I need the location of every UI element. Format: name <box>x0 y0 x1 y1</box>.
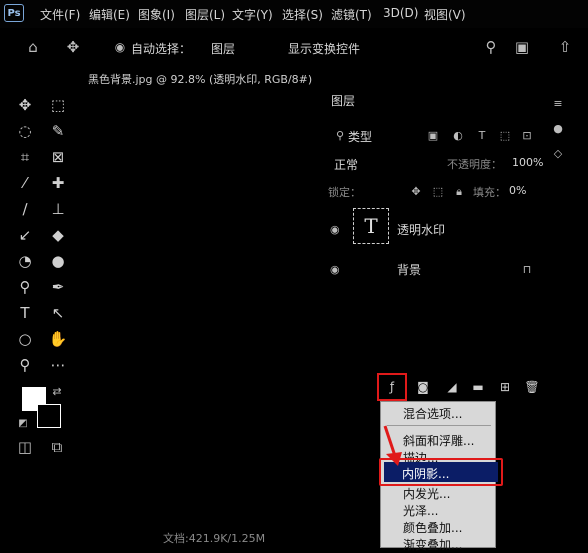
gradient-tool-icon[interactable]: ◔ <box>14 250 36 272</box>
move-tool-icon[interactable]: ✥ <box>64 39 82 55</box>
pen-tool-icon[interactable]: ✒ <box>47 276 69 298</box>
blur-tool-icon[interactable]: ● <box>47 250 69 272</box>
lasso-tool-icon[interactable]: ◌ <box>14 120 36 142</box>
shape-tool-icon[interactable]: ○ <box>14 328 36 350</box>
opacity-label: 不透明度： <box>447 158 502 171</box>
menu-type[interactable]: 文字(Y) <box>232 6 273 23</box>
healing-brush-icon[interactable]: ✚ <box>47 172 69 194</box>
filter-adjustment-icon[interactable]: ◐ <box>451 128 465 144</box>
opacity-value[interactable]: 100% <box>512 156 543 169</box>
dodge-tool-icon[interactable]: ⚲ <box>14 276 36 298</box>
filter-shape-icon[interactable]: ⬚ <box>498 128 512 144</box>
eraser-tool-icon[interactable]: ◆ <box>47 224 69 246</box>
fx-icon[interactable]: ƒ <box>382 379 402 395</box>
layer-name-background[interactable]: 背景 <box>397 261 421 278</box>
type-tool-icon[interactable]: T <box>14 302 36 324</box>
filter-search-icon[interactable]: ⚲ <box>334 128 346 144</box>
layers-panel-title[interactable]: 图层 <box>331 92 355 109</box>
menu-item-satin[interactable]: 光泽... <box>403 502 438 519</box>
blend-mode-dropdown[interactable]: 正常 <box>334 156 358 173</box>
search-icon[interactable]: ⚲ <box>482 39 500 55</box>
delete-layer-icon[interactable]: 🗑︎ <box>522 379 542 395</box>
menu-item-inner-glow[interactable]: 内发光... <box>403 485 450 502</box>
home-icon[interactable]: ⌂ <box>24 39 42 55</box>
crop-tool-icon[interactable]: ⌗ <box>14 146 36 168</box>
eye-icon[interactable]: ◉ <box>330 223 340 236</box>
menu-layer[interactable]: 图层(L) <box>185 6 225 23</box>
layer-filter-kind[interactable]: 类型 <box>348 128 372 145</box>
menu-select[interactable]: 选择(S) <box>282 6 323 23</box>
background-color-swatch[interactable] <box>37 404 61 428</box>
menu-item-gradient-overlay[interactable]: 渐变叠加... <box>403 536 462 553</box>
eyedropper-tool-icon[interactable]: ⁄ <box>14 172 36 194</box>
swap-colors-icon[interactable]: ⇄ <box>50 384 64 400</box>
move-tool-icon[interactable]: ✥ <box>14 94 36 116</box>
quick-select-tool-icon[interactable]: ✎ <box>47 120 69 142</box>
history-brush-icon[interactable]: ↙ <box>14 224 36 246</box>
filter-pixel-icon[interactable]: ▣ <box>426 128 440 144</box>
new-group-icon[interactable]: ▬ <box>468 379 488 395</box>
new-layer-icon[interactable]: ⊞ <box>495 379 515 395</box>
zoom-tool-icon[interactable]: ⚲ <box>14 354 36 376</box>
type-layer-thumbnail: T <box>353 208 389 244</box>
share-icon[interactable]: ⇧ <box>556 39 574 55</box>
menu-image[interactable]: 图象(I) <box>138 6 175 23</box>
screen-mode-icon[interactable]: ⧉ <box>48 439 66 455</box>
frame-tool-icon[interactable]: ⊠ <box>47 146 69 168</box>
adjustments-icon[interactable]: ● <box>551 121 565 137</box>
auto-select-dropdown[interactable]: 图层 <box>211 40 235 57</box>
menu-filter[interactable]: 滤镜(T) <box>331 6 372 23</box>
menu-file[interactable]: 文件(F) <box>40 6 80 23</box>
menu-item-bevel-emboss[interactable]: 斜面和浮雕... <box>403 432 474 449</box>
filter-type-icon[interactable]: T <box>475 128 489 144</box>
stamp-tool-icon[interactable]: ⊥ <box>47 198 69 220</box>
new-adjustment-layer-icon[interactable]: ◢ <box>442 379 462 395</box>
document-status: 文档:421.9K/1.25M <box>163 532 266 545</box>
menu-edit[interactable]: 编辑(E) <box>89 6 130 23</box>
marquee-tool-icon[interactable]: ⬚ <box>47 94 69 116</box>
menu-3d[interactable]: 3D(D) <box>383 6 418 20</box>
hand-tool-icon[interactable]: ✋ <box>47 328 69 350</box>
show-transform-controls[interactable]: 显示变换控件 <box>288 40 360 57</box>
annotation-arrow <box>383 425 402 466</box>
lock-artboard-icon[interactable]: ⬚ <box>431 184 445 200</box>
filter-smart-object-icon[interactable]: ⊡ <box>520 128 534 144</box>
checkbox-icon[interactable]: ◉ <box>112 39 128 55</box>
properties-icon[interactable]: ≡ <box>551 96 565 112</box>
auto-select-label: 自动选择： <box>131 42 192 56</box>
path-select-tool-icon[interactable]: ↖ <box>47 302 69 324</box>
lock-label: 锁定： <box>328 186 361 199</box>
default-colors-icon[interactable]: ◩ <box>16 416 30 432</box>
document-tab[interactable]: 黑色背景.jpg @ 92.8% (透明水印, RGB/8#) <box>88 71 312 87</box>
photoshop-logo: Ps <box>4 4 24 22</box>
more-tools-icon[interactable]: ⋯ <box>47 354 69 376</box>
fill-value[interactable]: 0% <box>509 184 526 197</box>
paths-icon[interactable]: ◇ <box>551 146 565 162</box>
brush-tool-icon[interactable]: ∕ <box>14 198 36 220</box>
menu-bar: Ps 文件(F) 编辑(E) 图象(I) 图层(L) 文字(Y) 选择(S) 滤… <box>0 0 588 28</box>
menu-item-color-overlay[interactable]: 颜色叠加... <box>403 519 462 536</box>
fill-label: 填充： <box>473 186 506 199</box>
quick-mask-icon[interactable]: ◫ <box>16 439 34 455</box>
lock-position-icon[interactable]: ✥ <box>409 184 423 200</box>
add-mask-icon[interactable]: ◙ <box>413 379 433 395</box>
lock-icon: ⊓ <box>522 263 532 276</box>
menu-item-blending-options[interactable]: 混合选项... <box>403 405 462 422</box>
options-bar: ⌂ ✥ ◉ 自动选择： 图层 显示变换控件 ⚲ ▣ ⇧ <box>0 30 588 64</box>
layer-name-watermark[interactable]: 透明水印 <box>397 221 445 238</box>
menu-view[interactable]: 视图(V) <box>424 6 466 23</box>
workspace-icon[interactable]: ▣ <box>513 39 531 55</box>
eye-icon[interactable]: ◉ <box>330 263 340 276</box>
lock-all-icon[interactable]: 🔒︎ <box>452 184 466 200</box>
